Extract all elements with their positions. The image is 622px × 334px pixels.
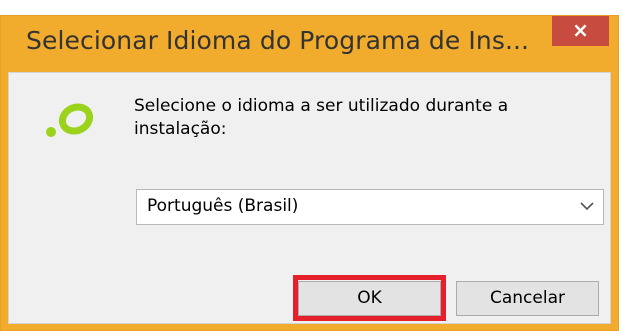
title-bar[interactable]: Selecionar Idioma do Programa de Ins... … xyxy=(1,16,618,74)
dialog-content: Selecione o idioma a ser utilizado duran… xyxy=(8,72,611,324)
close-button[interactable]: × xyxy=(552,16,609,46)
cancel-button[interactable]: Cancelar xyxy=(456,281,599,316)
setup-logo-icon xyxy=(42,93,96,147)
close-icon: × xyxy=(572,18,589,42)
language-select[interactable]: Português (Brasil) xyxy=(136,189,604,225)
ok-button[interactable]: OK xyxy=(298,281,441,316)
selected-language: Português (Brasil) xyxy=(147,196,299,216)
language-dialog: Selecionar Idioma do Programa de Ins... … xyxy=(0,15,619,331)
dialog-title: Selecionar Idioma do Programa de Ins... xyxy=(26,26,530,55)
chevron-down-icon[interactable] xyxy=(579,198,595,214)
instruction-text: Selecione o idioma a ser utilizado duran… xyxy=(134,96,509,139)
